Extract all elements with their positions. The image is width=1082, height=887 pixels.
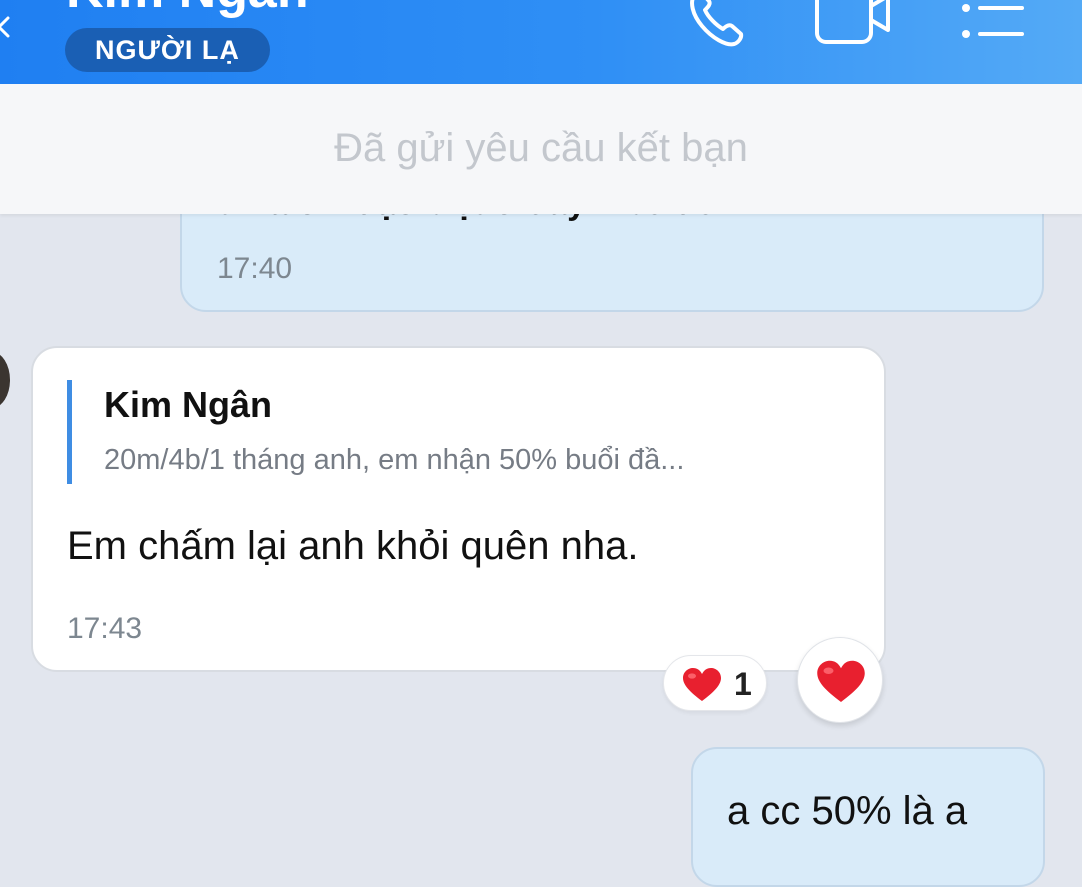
quote-author: Kim Ngân	[104, 384, 273, 425]
menu-list-icon[interactable]	[958, 0, 1028, 42]
heart-icon	[683, 668, 721, 701]
back-chevron-icon[interactable]	[0, 16, 10, 38]
message-time: 17:40	[217, 252, 293, 285]
quoted-message[interactable]: Kim Ngân 20m/4b/1 tháng anh, em nhận 50%…	[67, 380, 847, 484]
chat-header: Kim Ngân NGƯỜI LẠ	[0, 0, 1082, 84]
contact-name[interactable]: Kim Ngân	[66, 0, 309, 16]
phone-icon[interactable]	[680, 0, 750, 50]
message-bubble-incoming[interactable]: Kim Ngân 20m/4b/1 tháng anh, em nhận 50%…	[31, 346, 886, 672]
reaction-count: 1	[734, 666, 752, 702]
react-heart-button[interactable]	[797, 637, 883, 723]
quote-text: 20m/4b/1 tháng anh, em nhận 50% buổi đầ.…	[104, 444, 685, 476]
message-bubble-outgoing[interactable]: a cc 50% là a	[691, 747, 1045, 887]
reaction-summary[interactable]: 1	[663, 655, 767, 711]
message-time: 17:43	[67, 612, 143, 645]
message-text: Em chấm lại anh khỏi quên nha.	[67, 524, 639, 568]
friend-request-status: Đã gửi yêu cầu kết bạn	[334, 126, 748, 170]
message-text: a cc 50% là a	[727, 789, 968, 833]
avatar[interactable]	[0, 352, 10, 408]
heart-icon	[817, 660, 865, 702]
stranger-badge: NGƯỜI LẠ	[65, 28, 270, 72]
video-call-icon[interactable]	[810, 0, 894, 46]
friend-request-banner: Đã gửi yêu cầu kết bạn	[0, 84, 1082, 214]
